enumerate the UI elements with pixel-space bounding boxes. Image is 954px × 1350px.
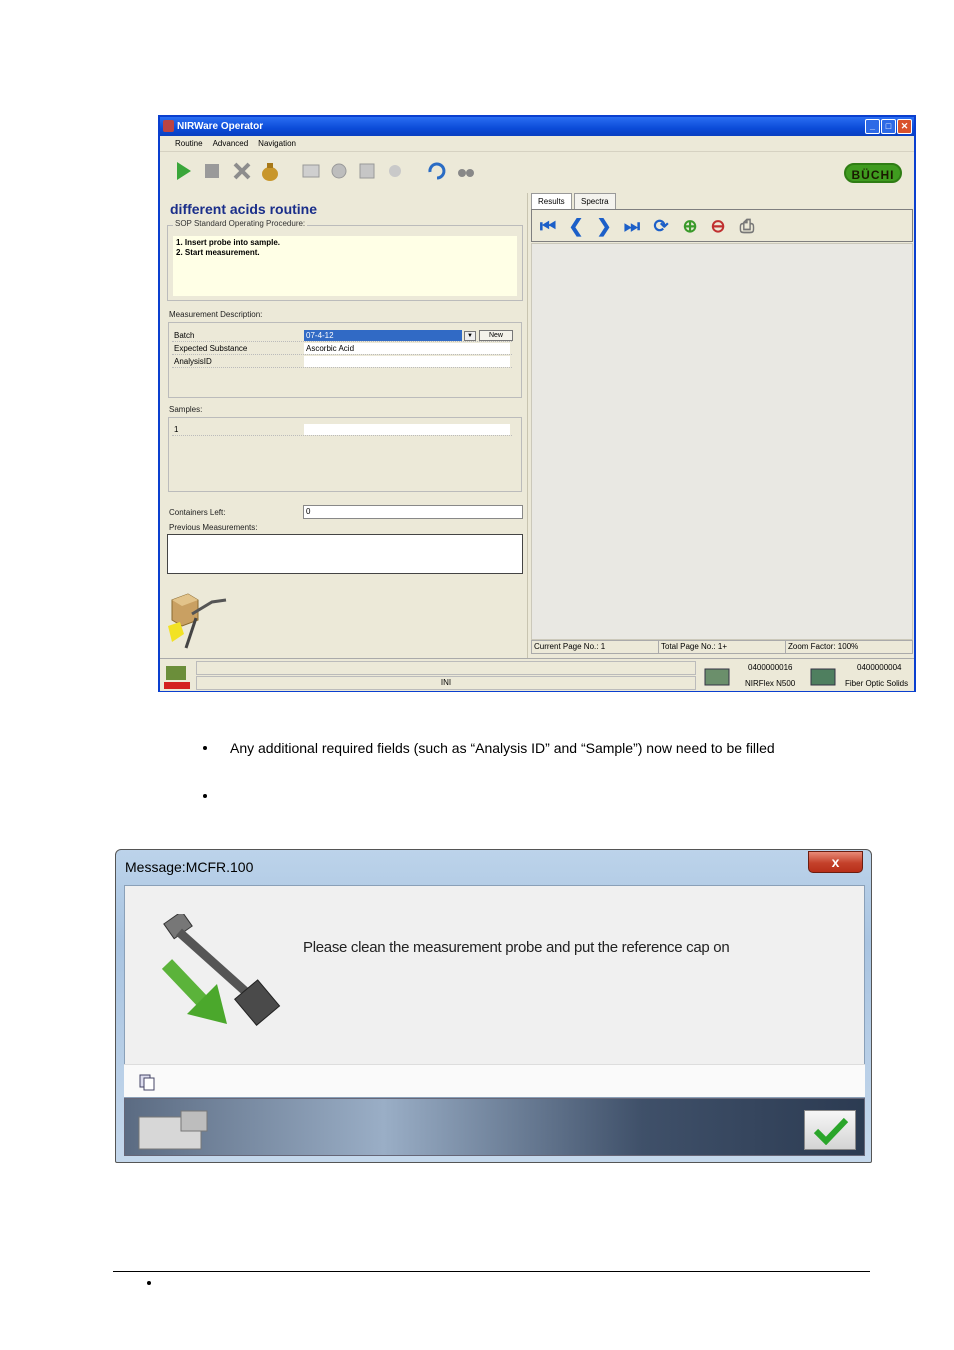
grid-row-expected-substance[interactable]: Expected Substance Ascorbic Acid	[172, 343, 512, 355]
next-page-icon[interactable]: ❯	[594, 216, 614, 236]
close-button[interactable]: ✕	[897, 119, 912, 134]
previous-measurements-box[interactable]	[167, 534, 523, 574]
first-page-icon[interactable]: ⏮	[538, 216, 558, 236]
device2-name: Fiber Optic Solids	[845, 679, 909, 688]
instrument-icon	[138, 1110, 208, 1150]
footer-rule	[113, 1271, 870, 1272]
new-batch-button[interactable]: New	[479, 330, 513, 341]
app-icon	[163, 120, 174, 132]
sop-group: SOP Standard Operating Procedure: 1. Ins…	[167, 219, 523, 301]
bullet-marker	[147, 1281, 151, 1285]
bullet-marker	[203, 746, 207, 750]
message-window-title: Message:MCFR.100	[125, 859, 254, 875]
sack-icon[interactable]	[259, 160, 281, 182]
main-toolbar: BÜCHI	[160, 154, 914, 190]
batch-input[interactable]: 07-4-12	[304, 330, 462, 341]
device2-id: 0400000004	[857, 663, 902, 672]
current-page-status: Current Page No.: 1	[532, 641, 659, 653]
expected-substance-input[interactable]: Ascorbic Acid	[304, 343, 510, 354]
buchi-logo: BÜCHI	[844, 163, 902, 183]
print-icon[interactable]: ⎙	[737, 216, 757, 236]
grid-row-analysis-id[interactable]: AnalysisID	[172, 356, 512, 368]
routine-panel: different acids routine SOP Standard Ope…	[160, 193, 528, 663]
results-panel: Results Spectra ⏮ ❮ ❯ ⏭ ⟳ ⊕ ⊖ ⎙ Current …	[530, 193, 914, 663]
settings-icon[interactable]	[328, 160, 350, 182]
routine-title: different acids routine	[170, 201, 318, 217]
device1-name: NIRFlex N500	[745, 679, 796, 688]
sample-key: 1	[174, 425, 179, 434]
analysis-id-input[interactable]	[304, 356, 510, 367]
measurement-grid: Batch 07-4-12 ▼ New Expected Substance A…	[168, 322, 522, 398]
documents-icon[interactable]	[356, 160, 378, 182]
field-key: Batch	[174, 331, 195, 340]
sample-row[interactable]: 1	[172, 424, 512, 436]
results-toolbar: ⏮ ❮ ❯ ⏭ ⟳ ⊕ ⊖ ⎙	[531, 209, 913, 242]
stop-icon[interactable]	[201, 160, 223, 182]
message-text: Please clean the measurement probe and p…	[303, 939, 730, 956]
message-footer	[124, 1098, 865, 1156]
status-top-field	[196, 661, 696, 675]
window-title: NIRWare Operator	[177, 121, 264, 132]
message-toolbar	[124, 1064, 865, 1097]
refresh-icon[interactable]: ⟳	[651, 216, 671, 236]
last-page-icon[interactable]: ⏭	[622, 216, 642, 236]
status-center-field: INI	[196, 676, 696, 690]
samples-label: Samples:	[169, 405, 203, 414]
ok-button[interactable]	[804, 1110, 856, 1150]
probe-arrow-icon	[161, 914, 281, 1026]
sample-input[interactable]	[304, 424, 510, 435]
containers-left-field: 0	[303, 505, 523, 519]
title-bar: NIRWare Operator _ □ ✕	[160, 117, 914, 136]
close-button[interactable]: x	[808, 851, 863, 873]
previous-page-icon[interactable]: ❮	[566, 216, 586, 236]
chevron-down-icon[interactable]: ▼	[464, 331, 476, 341]
menu-navigation[interactable]: Navigation	[258, 136, 296, 151]
cancel-icon[interactable]	[231, 160, 253, 182]
measurement-description-label: Measurement Description:	[169, 310, 263, 319]
nir-logo-icon	[164, 666, 190, 689]
probe-icon[interactable]	[384, 160, 406, 182]
bottom-status-bar: INI 0400000016 NIRFlex N500 0400000004 F…	[160, 658, 914, 691]
maximize-button[interactable]: □	[881, 119, 896, 134]
menu-advanced[interactable]: Advanced	[213, 136, 249, 151]
results-area	[531, 243, 913, 640]
sop-label: SOP Standard Operating Procedure:	[173, 219, 308, 228]
bullet-marker	[203, 794, 207, 798]
total-page-status: Total Page No.: 1+	[659, 641, 786, 653]
binoculars-icon[interactable]	[455, 160, 477, 182]
copy-icon[interactable]	[138, 1073, 156, 1091]
message-window: Message:MCFR.100 x Please clean the meas…	[115, 849, 872, 1163]
zoom-in-icon[interactable]: ⊕	[680, 216, 700, 236]
spectrometer-icon	[704, 668, 730, 686]
menu-bar: Routine Advanced Navigation	[160, 136, 914, 152]
menu-routine[interactable]: Routine	[175, 136, 203, 151]
nirware-operator-window: NIRWare Operator _ □ ✕ Routine Advanced …	[158, 115, 916, 692]
play-icon[interactable]	[172, 160, 194, 182]
zoom-out-icon[interactable]: ⊖	[708, 216, 728, 236]
field-key: Expected Substance	[174, 344, 248, 353]
containers-left-label: Containers Left:	[169, 508, 226, 517]
checkmark-icon	[813, 1117, 849, 1145]
results-status-bar: Current Page No.: 1 Total Page No.: 1+ Z…	[531, 640, 913, 654]
report-icon[interactable]	[300, 160, 322, 182]
probe-box-icon	[168, 593, 227, 649]
tab-spectra[interactable]: Spectra	[574, 193, 616, 210]
measurement-cell-icon	[810, 668, 836, 686]
grid-row-batch[interactable]: Batch 07-4-12 ▼ New	[172, 330, 513, 342]
previous-measurements-label: Previous Measurements:	[169, 523, 258, 532]
sop-text: 1. Insert probe into sample. 2. Start me…	[173, 236, 517, 296]
minimize-button[interactable]: _	[865, 119, 880, 134]
zoom-status: Zoom Factor: 100%	[788, 642, 859, 651]
samples-grid: 1	[168, 417, 522, 492]
field-key: AnalysisID	[174, 357, 212, 366]
device1-id: 0400000016	[748, 663, 793, 672]
bullet-text: Any additional required fields (such as …	[230, 740, 775, 756]
tab-results[interactable]: Results	[531, 193, 572, 210]
undo-icon[interactable]	[425, 160, 447, 182]
